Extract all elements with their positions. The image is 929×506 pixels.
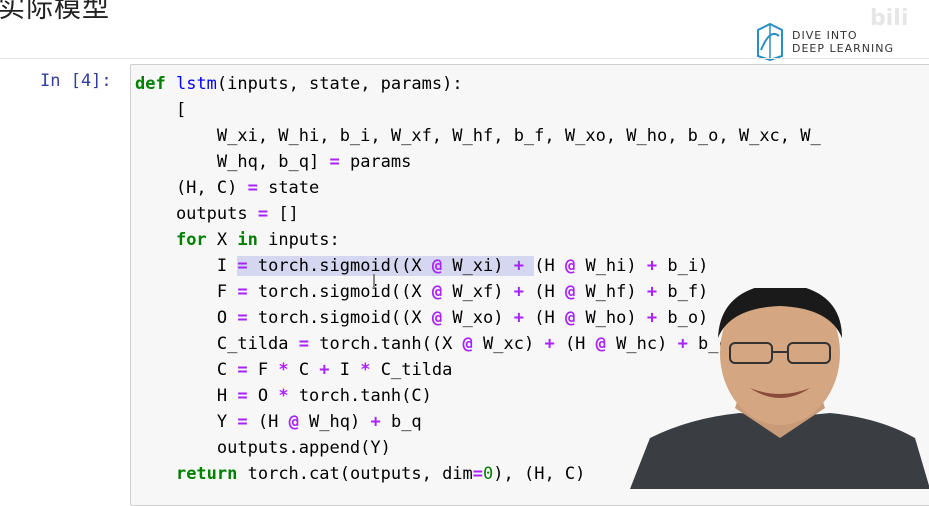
code-line: [ bbox=[135, 100, 187, 120]
slide-title: 实际模型 bbox=[0, 0, 110, 24]
logo-line-2: DEEP LEARNING bbox=[792, 42, 894, 55]
d2l-logo: DIVE INTO DEEP LEARNING bbox=[752, 20, 902, 62]
logo-text: DIVE INTO DEEP LEARNING bbox=[792, 29, 894, 55]
code-line: W_hq, b_q] = params bbox=[135, 152, 412, 172]
code-line: def lstm(inputs, state, params): bbox=[135, 74, 463, 94]
code-line: for X in inputs: bbox=[175, 230, 340, 250]
text-cursor bbox=[373, 274, 375, 288]
code-line: (H, C) = state bbox=[135, 178, 320, 198]
code-line: outputs = [] bbox=[135, 204, 299, 224]
code-line: W_xi, W_hi, b_i, W_xf, W_hf, b_f, W_xo, … bbox=[135, 126, 821, 146]
logo-line-1: DIVE INTO bbox=[792, 29, 858, 42]
cell-prompt: In [4]: bbox=[40, 71, 112, 91]
header-divider bbox=[0, 58, 929, 59]
book-icon bbox=[757, 22, 783, 62]
presenter-video-overlay bbox=[630, 288, 929, 489]
selection-highlight: = torch.sigmoid((X @ W_xi) + bbox=[237, 256, 535, 276]
code-line: I = torch.sigmoid((X @ W_xi) + (H @ W_hi… bbox=[135, 256, 709, 276]
